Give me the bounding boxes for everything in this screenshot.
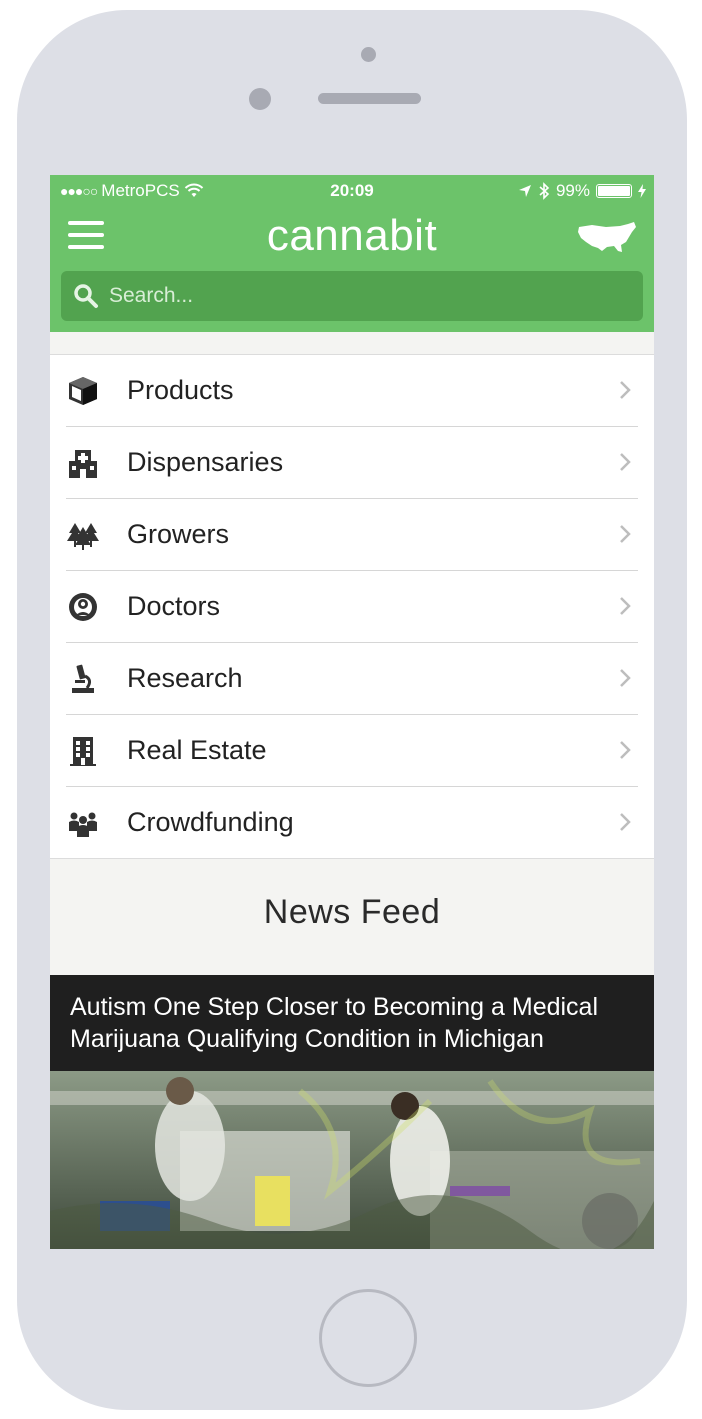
app-screen: ●●●○○ MetroPCS 20:09 99% cannabit Search… [50,175,654,1249]
app-title: cannabit [266,211,438,260]
location-arrow-icon [518,185,531,197]
charging-bolt-icon [638,184,646,198]
earpiece-speaker [318,93,421,104]
menu-item-label: Products [127,375,234,405]
menu-item-doctors[interactable]: Doctors [66,571,638,643]
menu-item-products[interactable]: Products [66,355,638,427]
chevron-right-icon [620,597,631,615]
menu-item-label: Growers [127,519,230,549]
people-group-icon [66,806,100,840]
news-feed-heading: News Feed [263,893,441,931]
box-icon [66,374,100,408]
usa-map-button[interactable] [576,221,638,255]
menu-item-label: Dispensaries [127,447,284,477]
status-bar: ●●●○○ MetroPCS 20:09 99% [50,175,654,207]
doctor-icon [66,590,100,624]
home-button[interactable] [319,1289,417,1387]
search-input[interactable] [107,283,611,309]
menu-item-label: Crowdfunding [127,807,294,837]
menu-item-label: Real Estate [127,735,267,765]
chevron-right-icon [620,813,631,831]
search-bar[interactable] [61,271,643,321]
chevron-right-icon [620,453,631,471]
menu-item-crowdfunding[interactable]: Crowdfunding [66,787,638,858]
menu-item-label: Research [127,663,243,693]
bluetooth-icon [539,182,550,200]
trees-icon [66,518,100,552]
usa-map-icon [578,222,636,252]
menu-item-growers[interactable]: Growers [66,499,638,571]
battery-percent: 99% [555,181,590,200]
search-icon [74,284,98,308]
category-menu: Products Dispensaries Growers Doctors Re… [50,354,654,859]
front-camera [361,47,376,62]
proximity-sensor [249,88,271,110]
building-icon [66,734,100,768]
medical-building-icon [66,446,100,480]
news-article-image [50,1071,654,1249]
menu-item-research[interactable]: Research [66,643,638,715]
battery-icon [596,184,632,198]
status-icons: 99% [518,181,646,201]
chevron-right-icon [620,525,631,543]
app-header: ●●●○○ MetroPCS 20:09 99% cannabit Search… [50,175,654,332]
menu-item-label: Doctors [127,591,221,621]
news-article-card[interactable]: Autism One Step Closer to Becoming a Med… [50,975,654,1249]
news-article-headline: Autism One Step Closer to Becoming a Med… [50,975,654,1071]
chevron-right-icon [620,669,631,687]
menu-item-dispensaries[interactable]: Dispensaries [66,427,638,499]
microscope-icon [66,662,100,696]
menu-item-real-estate[interactable]: Real Estate [66,715,638,787]
chevron-right-icon [620,381,631,399]
chevron-right-icon [620,741,631,759]
